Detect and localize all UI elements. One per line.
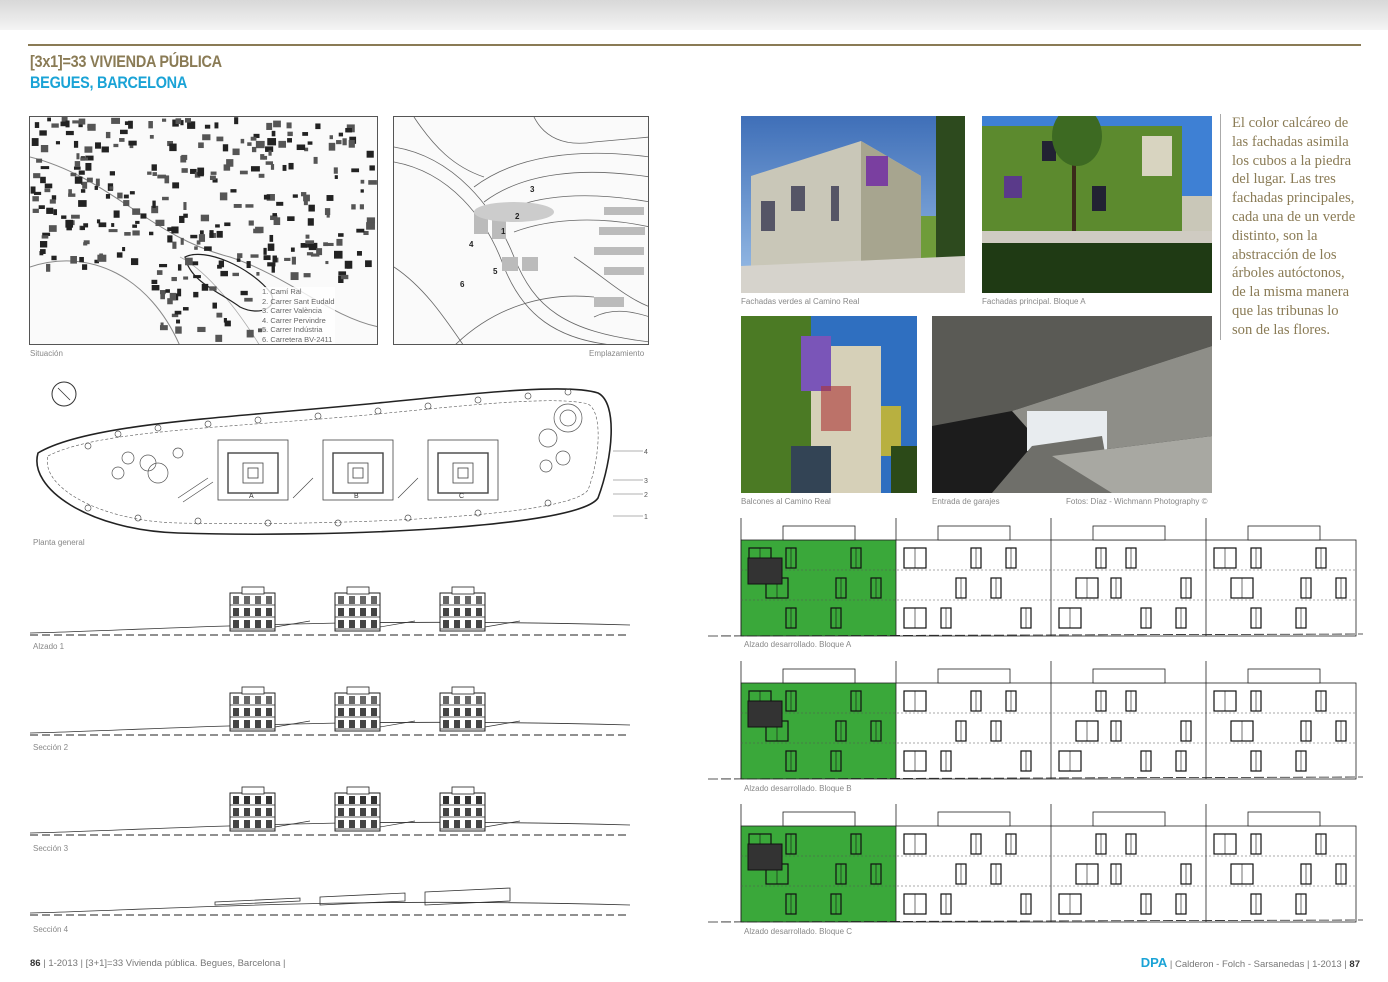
plan-level-3: 3 — [644, 478, 648, 485]
seccion2-caption: Sección 2 — [33, 743, 69, 752]
site-map-drawing: 3 2 1 4 5 6 — [394, 117, 648, 344]
photo1-caption: Fachadas verdes al Camino Real — [741, 297, 860, 306]
developed-elevations-drawing — [708, 518, 1363, 923]
plan-block-b: B — [354, 493, 359, 500]
photo3-caption: Balcones al Camino Real — [741, 497, 831, 506]
footer-left-page: 86 — [30, 958, 41, 969]
photo2-caption: Fachadas principal. Bloque A — [982, 297, 1086, 306]
site-number-5: 5 — [493, 267, 498, 276]
footer-left-text: | 1-2013 | [3+1]=33 Vivienda pública. Be… — [43, 958, 286, 969]
site-number-3: 3 — [530, 185, 535, 194]
site-caption: Emplazamiento — [589, 349, 645, 358]
site-map: 3 2 1 4 5 6 — [393, 116, 649, 345]
situation-legend: 1. Camí Ral 2. Carrer Sant Eudald 3. Carre… — [262, 287, 335, 344]
page-top-shadow — [0, 0, 1388, 30]
site-number-2: 2 — [515, 212, 520, 221]
plan-level-1: 1 — [644, 514, 648, 521]
legend-item: 3. Carrer València — [262, 306, 322, 315]
photo-credit: Fotos: Díaz - Wichmann Photography © — [1066, 497, 1208, 506]
general-plan-drawing: A B C 4 3 2 1 — [36, 381, 648, 536]
plan-level-4: 4 — [644, 449, 648, 456]
site-number-1: 1 — [501, 227, 506, 236]
footer-right: DPA | Calderon - Folch - Sarsanedas | 1-… — [1141, 955, 1360, 970]
plan-block-c: C — [459, 493, 464, 500]
plan-level-2: 2 — [644, 492, 648, 499]
sections-drawing — [30, 586, 631, 916]
legend-item: 4. Carrer Pervindre — [262, 315, 326, 325]
photo-green-facades — [741, 116, 965, 293]
photo4-caption: Entrada de garajes — [932, 497, 1000, 506]
devel-c-caption: Alzado desarrollado. Bloque C — [744, 927, 853, 936]
site-number-6: 6 — [460, 280, 465, 289]
footer-left: 86 | 1-2013 | [3+1]=33 Vivienda pública.… — [30, 958, 285, 969]
devel-b-caption: Alzado desarrollado. Bloque B — [744, 784, 852, 793]
site-number-4: 4 — [469, 240, 474, 249]
footer-right-text: | Calderon - Folch - Sarsanedas | 1-2013… — [1169, 959, 1347, 970]
article-title: [3x1]=33 VIVIENDA PÚBLICA — [30, 52, 222, 71]
legend-item: 5. Carrer Indústria — [262, 325, 323, 334]
plan-block-a: A — [249, 493, 254, 500]
photo-block-a-facade — [982, 116, 1212, 293]
photo-garage-entrance — [932, 316, 1212, 493]
legend-item: 2. Carrer Sant Eudald — [262, 296, 335, 306]
seccion4-caption: Sección 4 — [33, 925, 69, 934]
photo-balconies — [741, 316, 917, 493]
footer-right-page: 87 — [1349, 959, 1360, 970]
magazine-logo: DPA — [1140, 955, 1168, 970]
alzado1-caption: Alzado 1 — [33, 642, 65, 651]
plan-caption: Planta general — [33, 538, 85, 547]
legend-item: 1. Camí Ral — [262, 287, 302, 296]
devel-a-caption: Alzado desarrollado. Bloque A — [744, 640, 852, 649]
situation-caption: Situación — [30, 349, 63, 358]
article-location: BEGUES, BARCELONA — [30, 73, 188, 92]
seccion3-caption: Sección 3 — [33, 844, 69, 853]
legend-item: 6. Carretera BV-2411 — [262, 334, 333, 344]
header-rule — [28, 44, 1361, 46]
sidebar-text: El color calcáreo de las fachadas asimil… — [1220, 114, 1362, 340]
